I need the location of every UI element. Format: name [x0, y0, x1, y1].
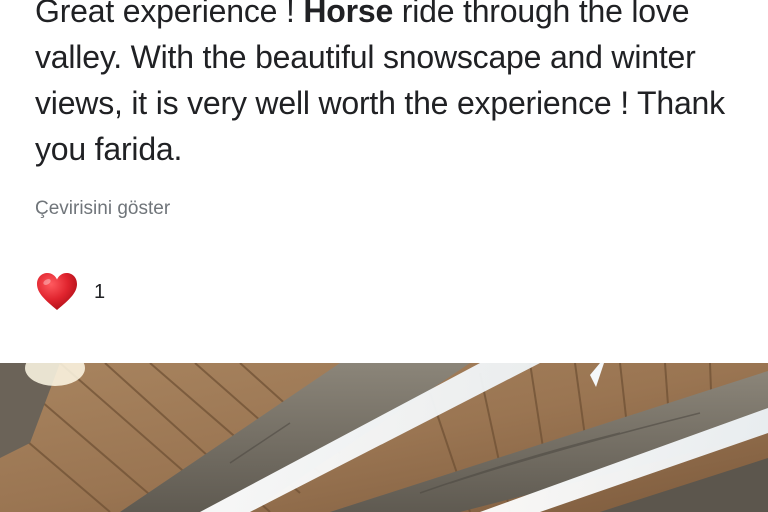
review-text-intro: Great experience ! — [35, 0, 304, 29]
reaction-count: 1 — [94, 280, 106, 303]
reaction-button[interactable]: 1 — [36, 272, 105, 312]
red-heart-icon — [37, 273, 77, 310]
review-highlight: Horse — [303, 0, 394, 29]
review-text: Great experience ! Horse ride through th… — [35, 0, 735, 172]
show-translation-link[interactable]: Çevirisini göster — [35, 198, 170, 220]
wooden-ceiling-image — [0, 363, 768, 512]
review-photo[interactable] — [0, 363, 768, 512]
